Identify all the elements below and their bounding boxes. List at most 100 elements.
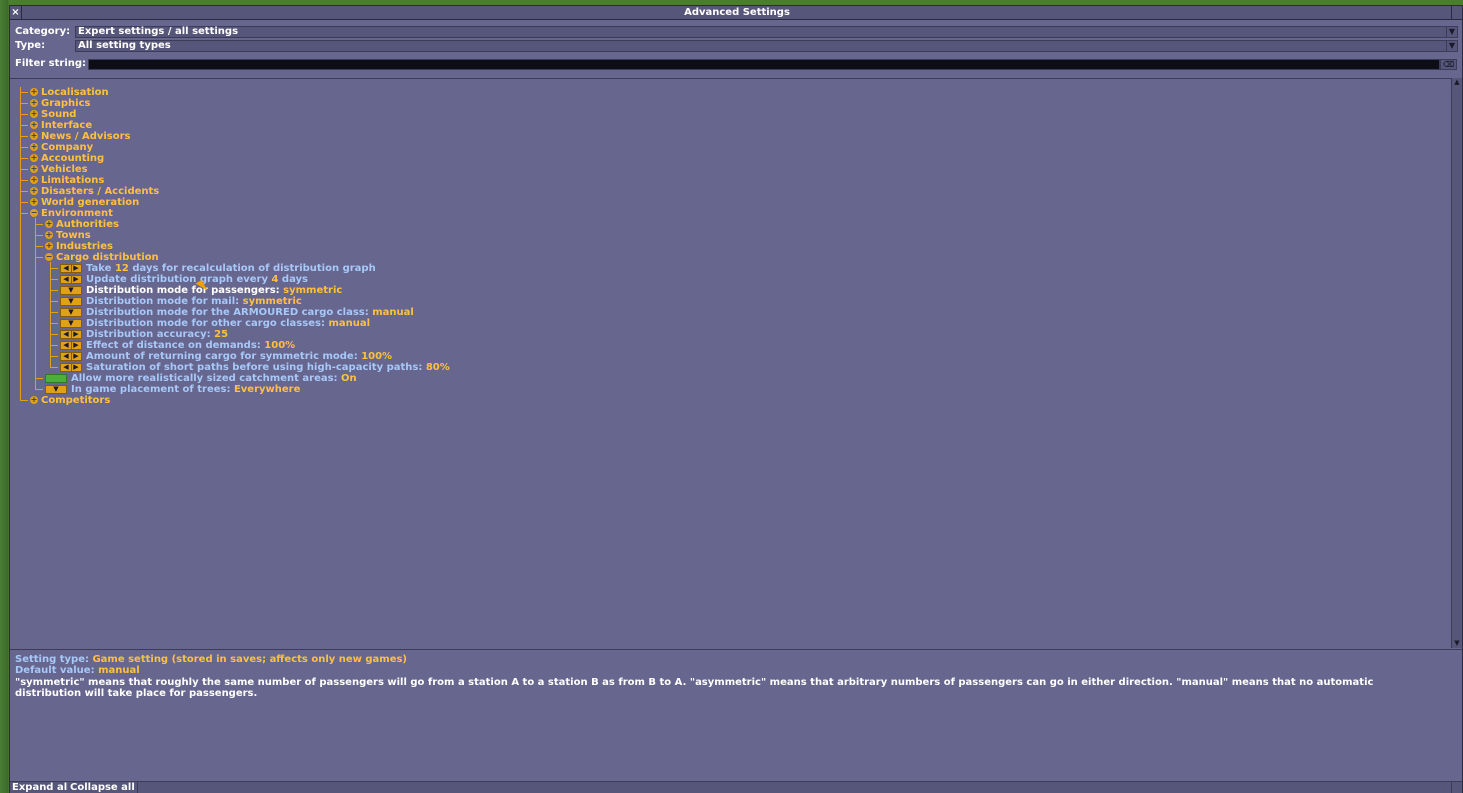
value-stepper[interactable]: ◀ ▶	[60, 330, 82, 339]
setting-row[interactable]: Distribution mode for passengers: symmet…	[86, 285, 342, 296]
expand-icon[interactable]: +	[30, 198, 38, 206]
expand-icon[interactable]: +	[45, 220, 53, 228]
dropdown-arrow-icon[interactable]: ▼	[61, 320, 81, 327]
setting-value: symmetric	[283, 285, 343, 296]
resize-handle-icon[interactable]	[1451, 782, 1462, 793]
increase-arrow-icon[interactable]: ▶	[71, 276, 81, 283]
tree-category[interactable]: Cargo distribution	[56, 252, 159, 263]
increase-arrow-icon[interactable]: ▶	[71, 364, 81, 371]
dropdown-arrow-icon[interactable]: ▼	[61, 309, 81, 316]
setting-row[interactable]: Distribution mode for other cargo classe…	[86, 318, 370, 329]
tree-category[interactable]: Vehicles	[41, 164, 88, 175]
tree-category[interactable]: Graphics	[41, 98, 90, 109]
dropdown-arrow-icon[interactable]: ▼	[1446, 27, 1457, 37]
scroll-down-icon[interactable]: ▼	[1452, 639, 1462, 648]
setting-value: manual	[328, 318, 371, 329]
tree-category[interactable]: Industries	[56, 241, 113, 252]
increase-arrow-icon[interactable]: ▶	[71, 265, 81, 272]
expand-icon[interactable]: +	[30, 154, 38, 162]
expand-icon[interactable]: +	[30, 396, 38, 404]
tree-category[interactable]: Limitations	[41, 175, 104, 186]
expand-icon[interactable]: +	[30, 132, 38, 140]
decrease-arrow-icon[interactable]: ◀	[61, 276, 71, 283]
tree-category[interactable]: Accounting	[41, 153, 104, 164]
default-value-key: Default value:	[15, 665, 99, 676]
setting-row[interactable]: In game placement of trees: Everywhere	[71, 384, 300, 395]
tree-category[interactable]: Disasters / Accidents	[41, 186, 159, 197]
tree-category[interactable]: Authorities	[56, 219, 119, 230]
value-stepper[interactable]: ◀ ▶	[60, 363, 82, 372]
tree-category[interactable]: Interface	[41, 120, 92, 131]
tree-category[interactable]: News / Advisors	[41, 131, 131, 142]
tree-category[interactable]: Competitors	[41, 395, 110, 406]
expand-icon[interactable]: +	[30, 165, 38, 173]
vertical-scrollbar[interactable]: ▲ ▼	[1451, 78, 1462, 648]
expand-all-button[interactable]: Expand all	[10, 782, 74, 793]
decrease-arrow-icon[interactable]: ◀	[61, 265, 71, 272]
sticky-button[interactable]	[1451, 6, 1462, 19]
value-stepper[interactable]: ◀ ▶	[60, 264, 82, 273]
collapse-icon[interactable]: −	[30, 209, 38, 217]
title-bar[interactable]: × Advanced Settings	[10, 6, 1462, 20]
dropdown-arrow-icon[interactable]: ▼	[46, 386, 66, 393]
setting-value: Everywhere	[233, 384, 301, 395]
value-dropdown[interactable]: ▼	[60, 297, 82, 306]
tree-connector	[20, 136, 28, 137]
expand-icon[interactable]: +	[30, 143, 38, 151]
expand-icon[interactable]: +	[45, 231, 53, 239]
expand-icon[interactable]: +	[30, 99, 38, 107]
tree-category[interactable]: Towns	[56, 230, 91, 241]
setting-name: Distribution accuracy:	[86, 329, 215, 340]
increase-arrow-icon[interactable]: ▶	[71, 331, 81, 338]
tree-category[interactable]: Environment	[41, 208, 113, 219]
value-dropdown[interactable]: ▼	[60, 286, 82, 295]
setting-row[interactable]: Allow more realistically sized catchment…	[71, 373, 357, 384]
toggle-switch[interactable]	[45, 374, 67, 383]
expand-icon[interactable]: +	[30, 110, 38, 118]
category-dropdown[interactable]: Expert settings / all settings ▼	[75, 26, 1458, 38]
clear-filter-icon[interactable]: ⌫	[1440, 59, 1457, 70]
expand-icon[interactable]: +	[30, 176, 38, 184]
value-stepper[interactable]: ◀ ▶	[60, 275, 82, 284]
type-value: All setting types	[78, 40, 171, 51]
dropdown-arrow-icon[interactable]: ▼	[1446, 41, 1457, 51]
setting-row[interactable]: Take 12 days for recalculation of distri…	[86, 263, 376, 274]
dropdown-arrow-icon[interactable]: ▼	[61, 298, 81, 305]
collapse-icon[interactable]: −	[45, 253, 53, 261]
setting-row[interactable]: Distribution mode for the ARMOURED cargo…	[86, 307, 414, 318]
setting-row[interactable]: Distribution accuracy: 25	[86, 329, 228, 340]
value-stepper[interactable]: ◀ ▶	[60, 352, 82, 361]
tree-connector	[20, 191, 28, 192]
expand-icon[interactable]: +	[30, 88, 38, 96]
scroll-up-icon[interactable]: ▲	[1452, 78, 1462, 87]
increase-arrow-icon[interactable]: ▶	[71, 353, 81, 360]
decrease-arrow-icon[interactable]: ◀	[61, 331, 71, 338]
tree-connector	[20, 87, 21, 401]
value-dropdown[interactable]: ▼	[60, 319, 82, 328]
value-stepper[interactable]: ◀ ▶	[60, 341, 82, 350]
decrease-arrow-icon[interactable]: ◀	[61, 353, 71, 360]
dropdown-arrow-icon[interactable]: ▼	[61, 287, 81, 294]
tree-category[interactable]: Company	[41, 142, 93, 153]
filter-input[interactable]	[88, 59, 1440, 70]
expand-icon[interactable]: +	[30, 121, 38, 129]
setting-name: Distribution mode for other cargo classe…	[86, 318, 329, 329]
collapse-all-button[interactable]: Collapse all	[68, 782, 138, 793]
decrease-arrow-icon[interactable]: ◀	[61, 342, 71, 349]
setting-row[interactable]: Effect of distance on demands: 100%	[86, 340, 295, 351]
tree-category[interactable]: Sound	[41, 109, 76, 120]
value-dropdown[interactable]: ▼	[60, 308, 82, 317]
type-dropdown[interactable]: All setting types ▼	[75, 40, 1458, 52]
value-dropdown[interactable]: ▼	[45, 385, 67, 394]
setting-value: 12	[114, 263, 129, 274]
decrease-arrow-icon[interactable]: ◀	[61, 364, 71, 371]
setting-row[interactable]: Amount of returning cargo for symmetric …	[86, 351, 392, 362]
setting-row[interactable]: Saturation of short paths before using h…	[86, 362, 450, 373]
close-icon[interactable]: ×	[10, 6, 22, 19]
setting-row[interactable]: Distribution mode for mail: symmetric	[86, 296, 302, 307]
expand-icon[interactable]: +	[30, 187, 38, 195]
expand-icon[interactable]: +	[45, 242, 53, 250]
tree-category[interactable]: Localisation	[41, 87, 109, 98]
tree-category[interactable]: World generation	[41, 197, 139, 208]
increase-arrow-icon[interactable]: ▶	[71, 342, 81, 349]
